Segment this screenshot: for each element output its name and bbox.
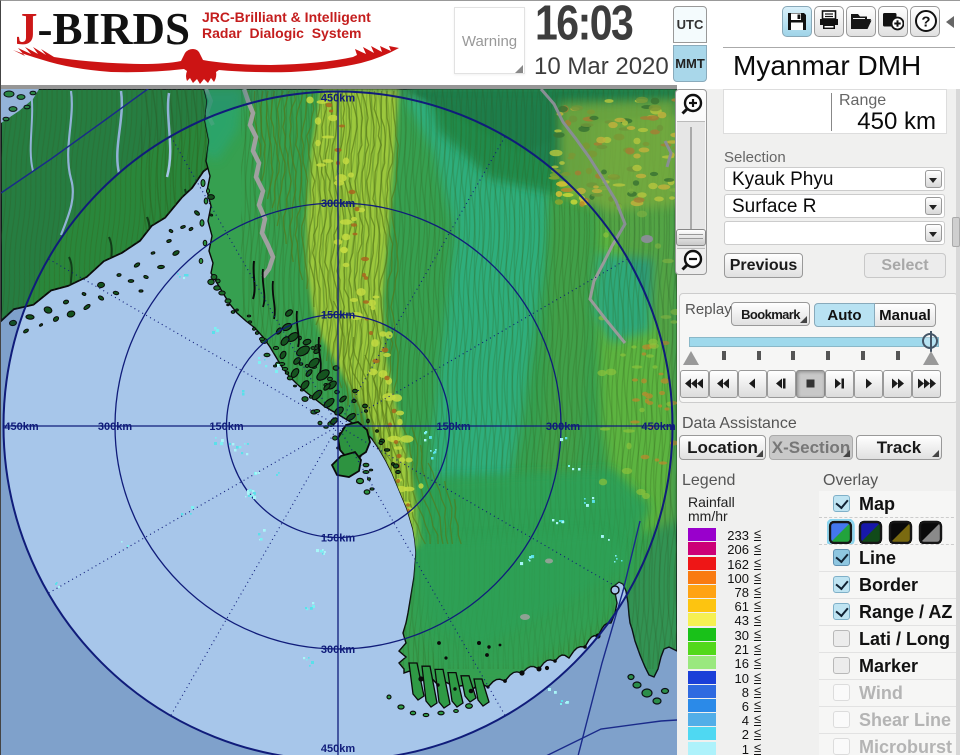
svg-text:300km: 300km xyxy=(321,644,355,656)
svg-text:450km: 450km xyxy=(4,421,38,433)
svg-text:450km: 450km xyxy=(321,93,355,105)
svg-text:450km: 450km xyxy=(641,421,675,433)
svg-text:300km: 300km xyxy=(546,421,580,433)
svg-text:?: ? xyxy=(921,14,930,31)
svg-text:150km: 150km xyxy=(436,421,470,433)
svg-text:150km: 150km xyxy=(321,533,355,545)
svg-text:300km: 300km xyxy=(98,421,132,433)
svg-text:450km: 450km xyxy=(321,743,355,755)
svg-text:300km: 300km xyxy=(321,198,355,210)
svg-text:150km: 150km xyxy=(321,310,355,322)
svg-text:150km: 150km xyxy=(209,421,243,433)
